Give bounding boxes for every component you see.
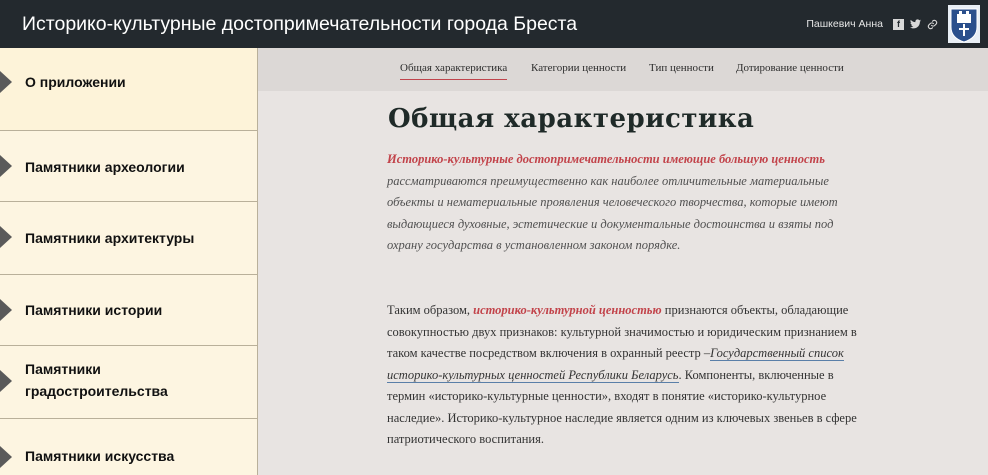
arrow-right-icon: [0, 370, 12, 392]
tab-value-categories[interactable]: Категории ценности: [531, 62, 626, 74]
main-content: Общая характеристика Категории ценности …: [258, 48, 988, 475]
arrow-right-icon: [0, 155, 12, 177]
sidebar-item-art[interactable]: Памятники искусства: [0, 419, 257, 475]
arrow-right-icon: [0, 299, 12, 321]
tab-value-funding[interactable]: Дотирование ценности: [736, 62, 844, 74]
sidebar-item-urban-planning[interactable]: Памятники градостроительства: [0, 346, 257, 419]
arrow-right-icon: [0, 71, 12, 93]
sidebar-item-label: Памятники археологии: [25, 159, 185, 175]
sidebar-item-label: Памятники искусства: [25, 448, 175, 464]
sidebar-item-label: Памятники истории: [25, 302, 163, 318]
tab-value-type[interactable]: Тип ценности: [649, 62, 714, 74]
sidebar-item-label: Памятники архитектуры: [25, 230, 195, 246]
intro-highlight: Историко-культурные достопримечательност…: [387, 152, 825, 166]
facebook-icon[interactable]: f: [893, 18, 904, 30]
definition-text-start: Таким образом,: [387, 303, 474, 317]
page-title: Общая характеристика: [388, 104, 755, 134]
sidebar-item-architecture[interactable]: Памятники архитектуры: [0, 202, 257, 275]
twitter-icon[interactable]: [910, 19, 921, 29]
sidebar: О приложении Памятники археологии Памятн…: [0, 48, 258, 475]
tab-bar: Общая характеристика Категории ценности …: [258, 48, 988, 91]
sidebar-item-label: Памятники градостроительства: [25, 361, 168, 399]
definition-highlight: историко-культурной ценностью: [473, 303, 662, 317]
definition-paragraph: Таким образом, историко-культурной ценно…: [387, 300, 857, 451]
author-name: Пашкевич Анна: [806, 18, 883, 30]
link-icon[interactable]: [927, 19, 938, 30]
arrow-right-icon: [0, 226, 12, 248]
top-bar: Историко-культурные достопримечательност…: [0, 0, 988, 48]
city-emblem-icon: [948, 5, 980, 43]
sidebar-item-label: О приложении: [25, 74, 126, 90]
intro-paragraph: Историко-культурные достопримечательност…: [387, 149, 857, 257]
sidebar-item-history[interactable]: Памятники истории: [0, 275, 257, 346]
social-links: f: [893, 18, 938, 30]
top-right: Пашкевич Анна f: [806, 0, 980, 48]
sidebar-item-archaeology[interactable]: Памятники археологии: [0, 131, 257, 202]
sidebar-item-about[interactable]: О приложении: [0, 48, 257, 131]
arrow-right-icon: [0, 446, 12, 468]
app-title: Историко-культурные достопримечательност…: [22, 13, 578, 35]
intro-text: рассматриваются преимущественно как наиб…: [387, 173, 838, 253]
tab-general[interactable]: Общая характеристика: [400, 62, 508, 80]
